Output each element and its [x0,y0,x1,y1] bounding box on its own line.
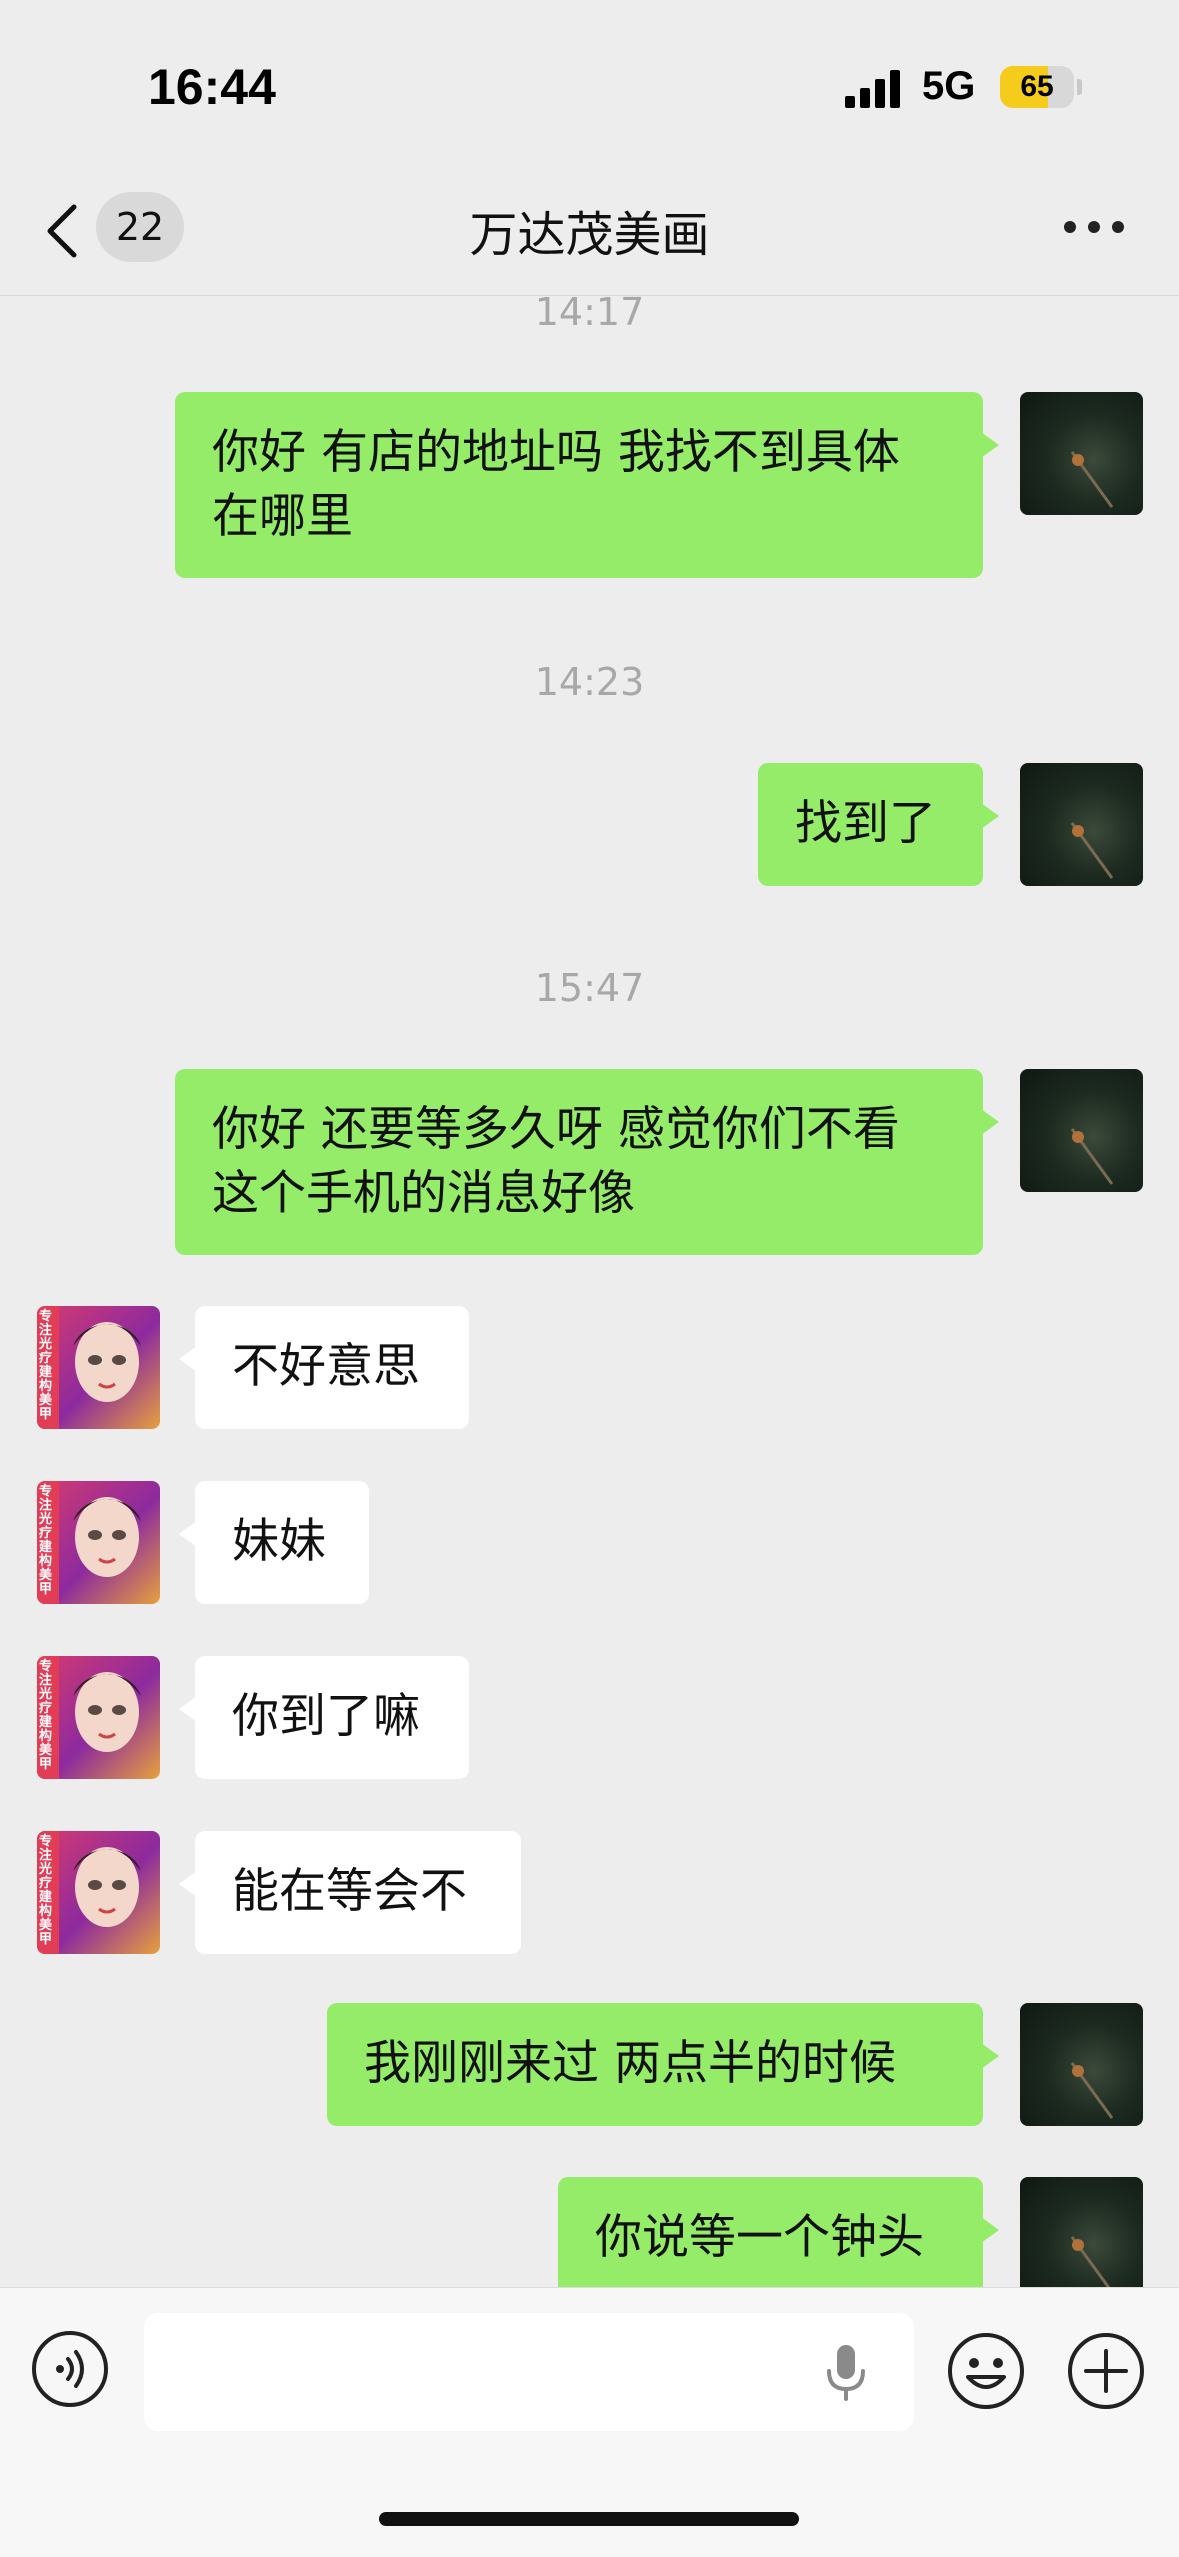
network-type: 5G [922,64,976,108]
my-avatar[interactable] [1020,2177,1143,2296]
avatar-logo-text: 专注光疗建构美甲 [39,1659,53,1772]
avatar-logo-text: 专注光疗建构美甲 [39,1309,53,1422]
contact-avatar[interactable]: 专注光疗建构美甲 [37,1306,160,1429]
status-bar: 16:44 5G 65 [0,0,1179,165]
message-input[interactable] [144,2313,914,2431]
received-message-bubble[interactable]: 妹妹 [179,1481,369,1604]
chat-header: 22 万达茂美画 [0,165,1179,296]
more-dots-icon[interactable] [1064,221,1124,241]
message-timestamp: 14:23 [534,660,645,704]
home-indicator[interactable] [379,2512,799,2526]
message-timestamp: 14:17 [534,296,645,334]
sent-message-bubble[interactable]: 你好 还要等多久呀 感觉你们不看这个手机的消息好像 [175,1069,999,1255]
contact-avatar[interactable]: 专注光疗建构美甲 [37,1481,160,1604]
battery-nub [1077,79,1082,95]
avatar-logo-text: 专注光疗建构美甲 [39,1834,53,1947]
received-message-bubble[interactable]: 能在等会不 [179,1831,521,1954]
sent-message-bubble[interactable]: 我刚刚来过 两点半的时候 [327,2003,999,2126]
voice-icon[interactable] [32,2331,108,2407]
chat-title: 万达茂美画 [469,207,710,263]
contact-avatar[interactable]: 专注光疗建构美甲 [37,1831,160,1954]
sent-message-bubble[interactable]: 你说等一个钟头 [558,2177,999,2296]
my-avatar[interactable] [1020,2003,1143,2126]
my-avatar[interactable] [1020,1069,1143,1192]
signal-icon [845,68,905,108]
battery-level: 65 [1020,70,1054,103]
message-timestamp: 15:47 [534,966,645,1010]
my-avatar[interactable] [1020,392,1143,515]
plus-icon[interactable] [1066,2331,1146,2411]
sent-message-bubble[interactable]: 你好 有店的地址吗 我找不到具体在哪里 [175,392,999,578]
sent-message-bubble[interactable]: 找到了 [758,763,999,886]
chevron-left-icon[interactable] [42,201,82,261]
message-list: 14:17 你好 有店的地址吗 我找不到具体在哪里 14:23 找到了 15:47 你好 … [0,296,1179,2296]
battery-icon: 65 [1000,66,1074,108]
my-avatar[interactable] [1020,763,1143,886]
emoji-icon[interactable] [946,2331,1026,2411]
received-message-bubble[interactable]: 你到了嘛 [179,1656,469,1779]
status-time: 16:44 [148,59,276,115]
unread-count-badge[interactable]: 22 [96,192,184,262]
received-message-bubble[interactable]: 不好意思 [179,1306,469,1429]
contact-avatar[interactable]: 专注光疗建构美甲 [37,1656,160,1779]
mic-icon[interactable] [824,2343,868,2403]
avatar-logo-text: 专注光疗建构美甲 [39,1484,53,1597]
